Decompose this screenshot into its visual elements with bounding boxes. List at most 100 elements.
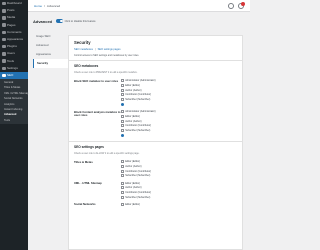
setting-row: XML - HTML Sitemap Editor (Editor) Author …	[74, 181, 237, 199]
breadcrumb-home[interactable]: Home	[34, 4, 42, 8]
sidebar-item[interactable]: SEO	[0, 71, 28, 80]
role-options: Editor (Editor)	[121, 203, 140, 207]
section-title: Security	[74, 40, 91, 45]
bell-icon[interactable]	[238, 2, 245, 9]
info-icon[interactable]	[121, 103, 124, 107]
divider	[69, 60, 242, 62]
checkbox-icon[interactable]	[121, 195, 124, 199]
cog-icon[interactable]	[228, 3, 234, 9]
settings-tab[interactable]: Advanced	[33, 41, 68, 50]
link-separator: |	[94, 48, 96, 51]
info-icon[interactable]	[121, 134, 124, 138]
section-links: SEO metaboxes | SEO settings pages	[74, 48, 237, 51]
checkbox-icon[interactable]	[121, 169, 124, 173]
checkbox-icon[interactable]	[121, 97, 124, 101]
role-option[interactable]: Editor (Editor)	[121, 84, 156, 88]
settings-tab[interactable]: Image SEO	[33, 32, 68, 41]
role-option[interactable]: Editor (Editor)	[121, 114, 156, 119]
role-option[interactable]: Subscriber (Subscriber)	[121, 128, 156, 132]
checkbox-icon[interactable]	[121, 93, 124, 97]
role-option[interactable]: Author (Author)	[121, 164, 151, 169]
role-option[interactable]: Editor (Editor)	[121, 160, 151, 164]
role-option-label: Editor (Editor)	[125, 203, 140, 207]
admin-sidebar: Dashboard Posts Media Pages Comments Appearan…	[0, 0, 29, 250]
sidebar-item[interactable]: Appearance	[0, 36, 28, 43]
checkbox-icon[interactable]	[121, 186, 124, 190]
metaboxes-title: SEO metaboxes	[74, 64, 99, 69]
role-option[interactable]: Subscriber (Subscriber)	[121, 174, 151, 178]
sidebar-item[interactable]: Posts	[0, 7, 28, 14]
settings-tab[interactable]: Appearance	[33, 50, 68, 59]
plugin-header: Home / Advanced	[28, 0, 250, 12]
sidebar-item[interactable]: Settings	[0, 65, 28, 72]
checkbox-icon[interactable]	[121, 124, 124, 128]
checkbox-icon[interactable]	[121, 79, 124, 83]
divider	[69, 141, 242, 143]
settings-tab[interactable]: Security	[33, 59, 68, 68]
role-option[interactable]: Subscriber (Subscriber)	[121, 97, 156, 102]
role-option-label: Subscriber (Subscriber)	[125, 128, 151, 132]
checkbox-icon[interactable]	[121, 190, 124, 194]
role-option[interactable]: Subscriber (Subscriber)	[121, 195, 151, 199]
role-option[interactable]: Administrator (Administrator)	[121, 79, 156, 83]
feature-toggle-label: Click to disable this feature	[64, 19, 96, 23]
role-option-label: Editor (Editor)	[125, 114, 140, 118]
metaboxes-note: Check a user role to PREVENT it to edit …	[74, 71, 138, 75]
menu-icon	[2, 59, 6, 63]
role-option[interactable]: Editor (Editor)	[121, 181, 151, 185]
role-option-label: Contributor (Contributor)	[125, 124, 152, 128]
section-link[interactable]: SEO metaboxes	[74, 48, 93, 51]
setting-row: Social Networks Editor (Editor)	[74, 203, 237, 207]
role-option[interactable]: Author (Author)	[121, 119, 156, 123]
role-option[interactable]: Author (Author)	[121, 186, 151, 190]
sidebar-item[interactable]: Dashboard	[0, 0, 28, 7]
role-option-label: Author (Author)	[125, 119, 142, 123]
setting-label: Social Networks	[74, 202, 96, 207]
role-option[interactable]: Contributor (Contributor)	[121, 190, 151, 195]
sidebar-item-label: Comments	[7, 29, 22, 34]
sidebar-item[interactable]: Comments	[0, 29, 28, 36]
sidebar-item[interactable]: Plugins	[0, 43, 28, 50]
checkbox-icon[interactable]	[121, 203, 124, 207]
checkbox-icon[interactable]	[121, 114, 124, 118]
menu-icon	[2, 44, 6, 49]
sidebar-submenu: General Titles & Metas XML / HTML Sitemap S…	[0, 79, 29, 125]
menu-icon	[2, 23, 6, 27]
sidebar-item[interactable]: Media	[0, 14, 28, 21]
sidebar-item[interactable]: Pages	[0, 22, 28, 29]
section-link[interactable]: SEO settings pages	[98, 48, 121, 51]
checkbox-icon[interactable]	[121, 128, 124, 132]
feature-bar: Advanced Click to disable this feature	[33, 16, 245, 26]
checkbox-icon[interactable]	[121, 174, 124, 178]
setting-row: Block SEO metabox to user roles Administr…	[74, 79, 237, 107]
checkbox-icon[interactable]	[121, 119, 124, 123]
sidebar-subitem[interactable]: Tools	[0, 118, 28, 123]
breadcrumb-separator: /	[44, 3, 45, 8]
checkbox-icon[interactable]	[121, 88, 124, 92]
role-options: Editor (Editor) Author (Author) Contributo…	[121, 160, 151, 178]
role-option[interactable]: Contributor (Contributor)	[121, 124, 156, 128]
sidebar-item[interactable]: Users	[0, 50, 28, 57]
settings-pages-rows: Titles & Metas Editor (Editor) Author (Aut…	[74, 160, 237, 207]
checkbox-icon[interactable]	[121, 181, 124, 185]
role-options: Administrator (Administrator) Editor (Edi…	[121, 110, 156, 138]
sidebar-item-label: Media	[7, 15, 16, 20]
role-option[interactable]: Author (Author)	[121, 88, 156, 92]
role-option[interactable]: Contributor (Contributor)	[121, 93, 156, 97]
admin-menu: Dashboard Posts Media Pages Comments Appearan…	[0, 0, 29, 125]
menu-icon	[2, 30, 6, 35]
settings-card: Security SEO metaboxes | SEO settings page…	[68, 35, 243, 250]
checkbox-icon[interactable]	[121, 110, 124, 114]
role-option-label: Subscriber (Subscriber)	[125, 195, 151, 199]
role-option[interactable]: Editor (Editor)	[121, 203, 140, 207]
role-option-label: Administrator (Administrator)	[125, 110, 156, 114]
feature-toggle[interactable]	[56, 19, 64, 23]
role-option-label: Author (Author)	[125, 88, 142, 92]
role-option[interactable]: Administrator (Administrator)	[121, 110, 156, 114]
role-option[interactable]: Contributor (Contributor)	[121, 169, 151, 173]
checkbox-icon[interactable]	[121, 164, 124, 168]
checkbox-icon[interactable]	[121, 84, 124, 88]
settings-pages-note: Check a user role to ALLOW it to edit a …	[74, 152, 140, 156]
sidebar-item[interactable]: Tools	[0, 58, 28, 65]
checkbox-icon[interactable]	[121, 160, 124, 164]
